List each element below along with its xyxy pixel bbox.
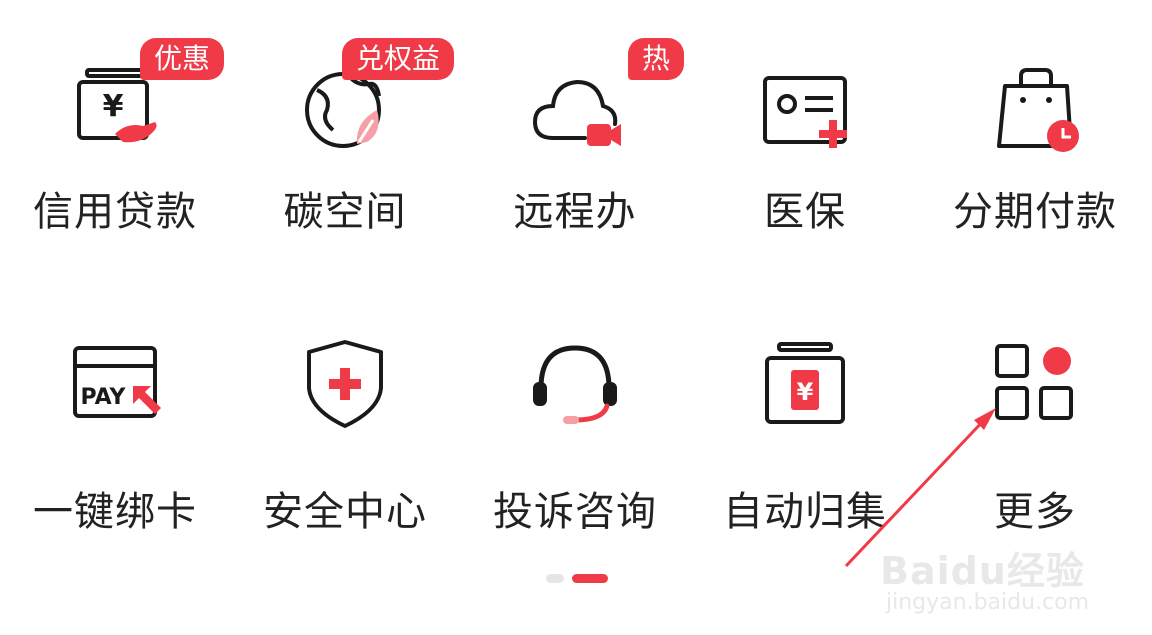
service-grid: ¥ 优惠 信用贷款 兑权益 碳空间 热 远程办 医保 分期付款 PAY 一键绑卡…	[0, 0, 1152, 560]
yuan-box-icon: ¥	[757, 336, 853, 432]
svg-text:¥: ¥	[797, 378, 814, 406]
menu-item-label: 信用贷款	[33, 189, 197, 235]
menu-item-label: 远程办	[513, 189, 637, 235]
menu-item-medical-insurance[interactable]: 医保	[690, 0, 920, 240]
menu-item-complaint[interactable]: 投诉咨询	[460, 268, 690, 535]
svg-text:¥: ¥	[103, 89, 124, 124]
menu-item-security-center[interactable]: 安全中心	[230, 268, 460, 535]
menu-item-credit-loan[interactable]: ¥ 优惠 信用贷款	[0, 0, 230, 240]
menu-item-label: 医保	[764, 189, 846, 235]
page-dot-1[interactable]	[546, 574, 564, 583]
menu-item-label: 安全中心	[263, 489, 427, 535]
menu-item-label: 分期付款	[953, 189, 1117, 235]
headset-icon	[527, 336, 623, 432]
pay-card-icon: PAY	[67, 336, 163, 432]
promo-badge: 优惠	[140, 38, 225, 80]
menu-item-label: 自动归集	[723, 489, 887, 535]
menu-item-installment[interactable]: 分期付款	[920, 0, 1150, 240]
menu-item-label: 一键绑卡	[33, 489, 197, 535]
hot-badge: 热	[628, 38, 685, 80]
watermark-brand: Baidu经验	[880, 549, 1085, 593]
cloud-video-icon	[527, 60, 623, 156]
menu-item-bind-card[interactable]: PAY 一键绑卡	[0, 268, 230, 535]
medical-card-icon	[757, 60, 853, 156]
watermark: Baidu经验 jingyan.baidu.com	[880, 540, 1110, 620]
rights-badge: 兑权益	[342, 38, 455, 80]
menu-item-more[interactable]: 更多	[920, 268, 1150, 535]
bag-clock-icon	[987, 60, 1083, 156]
menu-item-carbon-space[interactable]: 兑权益 碳空间	[230, 0, 460, 240]
menu-item-remote-service[interactable]: 热 远程办	[460, 0, 690, 240]
page-dot-2-active[interactable]	[572, 574, 608, 583]
svg-text:PAY: PAY	[81, 385, 127, 410]
shield-plus-icon	[297, 336, 393, 432]
menu-item-label: 碳空间	[283, 189, 407, 235]
menu-item-label: 更多	[994, 489, 1076, 535]
menu-item-label: 投诉咨询	[493, 489, 657, 535]
grid-more-icon	[987, 336, 1083, 432]
page-indicator	[546, 574, 610, 584]
watermark-url: jingyan.baidu.com	[886, 590, 1090, 615]
menu-item-auto-collect[interactable]: ¥ 自动归集	[690, 268, 920, 535]
